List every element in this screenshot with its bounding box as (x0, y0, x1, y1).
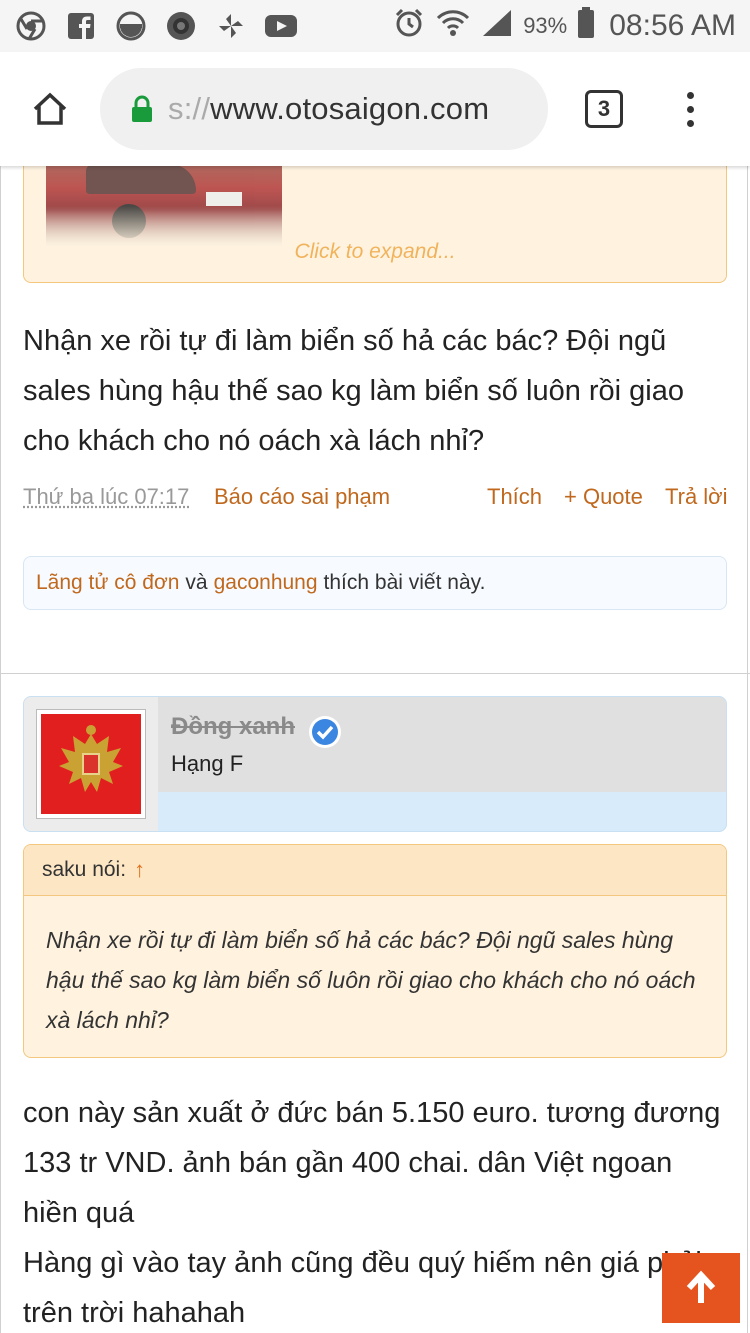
battery-icon (577, 6, 595, 46)
address-bar[interactable]: s://www.otosaigon.com (100, 68, 548, 150)
coat-of-arms-icon (59, 725, 123, 792)
youtube-icon (264, 9, 298, 43)
post-actions: Thứ ba lúc 07:17 Báo cáo sai phạm Thích … (23, 484, 729, 516)
collapsed-quote: Click to expand... (23, 166, 727, 283)
forum-page: Click to expand... Nhận xe rồi tự đi làm… (0, 166, 750, 1333)
post-date[interactable]: Thứ ba lúc 07:17 (23, 484, 189, 510)
tab-switcher-button[interactable]: 3 (548, 90, 660, 128)
post-line: Hàng gì vào tay ảnh cũng đều quý hiếm nê… (23, 1247, 702, 1329)
click-to-expand-link[interactable]: Click to expand... (24, 240, 726, 264)
url-text: s://www.otosaigon.com (168, 91, 490, 126)
user-rank: Hạng F (171, 751, 244, 776)
avatar[interactable] (36, 709, 146, 819)
home-icon (33, 92, 67, 125)
tab-count: 3 (585, 90, 623, 128)
like-link[interactable]: Thích (487, 484, 542, 510)
liker-link[interactable]: Lãng tử cô đơn (36, 571, 179, 595)
user-info-card: Đồng xanh Hạng F (23, 696, 727, 832)
quote-link[interactable]: + Quote (564, 484, 643, 510)
battery-percent: 93% (523, 13, 568, 38)
quote-header: saku nói: ↑ (24, 845, 726, 896)
quote-text: Nhận xe rồi tự đi làm biển số hả các bác… (46, 927, 696, 1033)
reply-link[interactable]: Trả lời (665, 484, 728, 510)
scroll-to-top-button[interactable] (662, 1253, 740, 1323)
camera-icon (164, 9, 198, 43)
pinwheel-icon (214, 9, 248, 43)
verified-badge-icon (308, 715, 342, 749)
home-button[interactable] (0, 52, 100, 166)
chrome-icon (14, 9, 48, 43)
report-link[interactable]: Báo cáo sai phạm (214, 484, 390, 510)
quote-author: saku nói: (42, 858, 127, 881)
post-divider (0, 673, 750, 674)
likes-joiner: và (185, 571, 208, 594)
post-message: Nhận xe rồi tự đi làm biển số hả các bác… (23, 325, 684, 457)
browser-toolbar: s://www.otosaigon.com 3 (0, 52, 750, 166)
clock: 08:56 AM (609, 9, 736, 42)
lock-icon (130, 95, 160, 123)
post-message: con này sản xuất ở đức bán 5.150 euro. t… (23, 1088, 727, 1333)
user-name[interactable]: Đồng xanh (171, 713, 295, 741)
app-icon (114, 9, 148, 43)
post-line: con này sản xuất ở đức bán 5.150 euro. t… (23, 1097, 721, 1229)
alarm-icon (393, 7, 425, 46)
wifi-icon (435, 7, 471, 46)
arrow-up-icon (686, 1270, 716, 1303)
jump-to-quote-icon[interactable]: ↑ (134, 857, 145, 883)
status-bar: 93% 08:56 AM (0, 0, 750, 52)
quote-block: saku nói: ↑ Nhận xe rồi tự đi làm biển s… (23, 844, 727, 1058)
facebook-icon (64, 9, 98, 43)
overflow-menu-icon[interactable] (660, 91, 720, 127)
likes-suffix: thích bài viết này. (323, 571, 486, 594)
liker-link[interactable]: gaconhung (214, 571, 318, 595)
likes-summary: Lãng tử cô đơn và gaconhung thích bài vi… (23, 556, 727, 610)
notification-icons (14, 9, 298, 43)
system-status: 93% 08:56 AM (393, 6, 736, 46)
signal-icon (481, 8, 513, 45)
